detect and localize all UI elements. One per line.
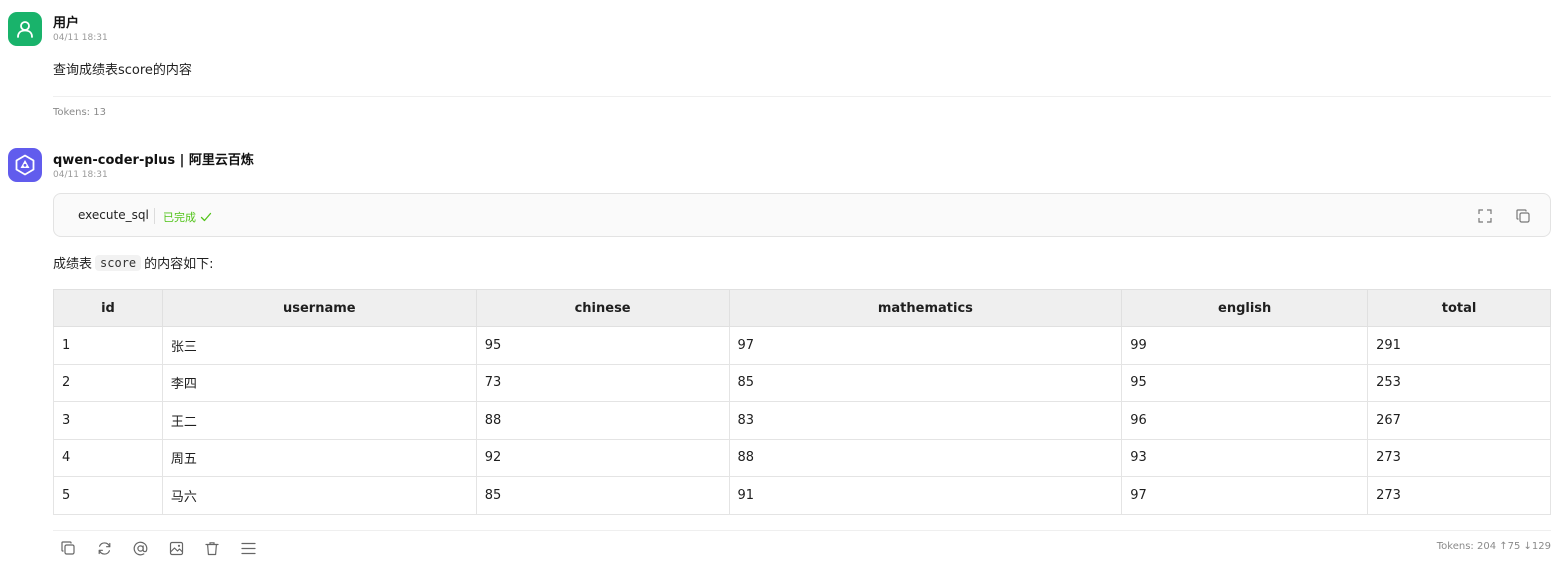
- tool-call-status: 已完成: [163, 209, 212, 225]
- delete-icon: [205, 541, 219, 555]
- table-cell: 97: [1121, 476, 1369, 515]
- table-cell: 91: [728, 476, 1123, 515]
- copy-tool-button[interactable]: [1514, 207, 1532, 225]
- table-cell: 张三: [161, 326, 477, 365]
- more-menu-button[interactable]: [239, 539, 257, 557]
- table-cell: 92: [475, 438, 730, 477]
- table-cell: 95: [1121, 363, 1369, 402]
- table-cell: 99: [1121, 326, 1369, 365]
- table-row: 2 李四 73 85 95 253: [53, 363, 1551, 402]
- table-row: 3 王二 88 83 96 267: [53, 401, 1551, 440]
- regenerate-button[interactable]: [95, 539, 113, 557]
- table-cell: 4: [53, 438, 163, 477]
- image-icon: [169, 541, 183, 555]
- user-name: 用户: [53, 16, 80, 31]
- assistant-timestamp: 04/11 18:31: [53, 170, 108, 180]
- menu-icon: [240, 542, 256, 554]
- fullscreen-button[interactable]: [1476, 207, 1494, 225]
- score-table: id username chinese mathematics english …: [53, 289, 1551, 515]
- regenerate-icon: [98, 541, 110, 555]
- header-total: total: [1367, 289, 1551, 327]
- header-id: id: [53, 289, 163, 327]
- table-cell: 253: [1367, 363, 1551, 402]
- tool-call-block[interactable]: execute_sql 已完成: [53, 193, 1551, 237]
- header-chinese: chinese: [475, 289, 730, 327]
- header-english: english: [1121, 289, 1369, 327]
- table-cell: 马六: [161, 476, 477, 515]
- table-row: 5 马六 85 91 97 273: [53, 476, 1551, 515]
- tool-call-separator: [154, 208, 155, 224]
- table-cell: 95: [475, 326, 730, 365]
- user-message-text: 查询成绩表score的内容: [53, 63, 192, 78]
- user-timestamp: 04/11 18:31: [53, 33, 108, 43]
- header-mathematics: mathematics: [728, 289, 1123, 327]
- table-cell: 273: [1367, 476, 1551, 515]
- user-avatar: [8, 12, 42, 46]
- table-row: 1 张三 95 97 99 291: [53, 326, 1551, 365]
- assistant-avatar: [8, 148, 42, 182]
- intro-code: score: [95, 254, 142, 271]
- table-row: 4 周五 92 88 93 273: [53, 438, 1551, 477]
- user-message-divider: [53, 96, 1551, 97]
- table-cell: 88: [475, 401, 730, 440]
- assistant-name: qwen-coder-plus | 阿里云百炼: [53, 153, 254, 168]
- assistant-message-divider: [53, 530, 1551, 531]
- qwen-logo-icon: [15, 154, 35, 176]
- copy-icon: [1516, 209, 1530, 223]
- header-username: username: [161, 289, 477, 327]
- fullscreen-icon: [1478, 209, 1492, 223]
- table-cell: 5: [53, 476, 163, 515]
- assistant-intro-text: 成绩表 score 的内容如下:: [53, 253, 214, 272]
- tool-call-name: execute_sql: [78, 208, 149, 222]
- table-cell: 291: [1367, 326, 1551, 365]
- table-cell: 1: [53, 326, 163, 365]
- delete-button[interactable]: [203, 539, 221, 557]
- table-cell: 97: [728, 326, 1123, 365]
- table-header-row: id username chinese mathematics english …: [53, 289, 1551, 327]
- table-cell: 273: [1367, 438, 1551, 477]
- table-cell: 85: [728, 363, 1123, 402]
- table-cell: 93: [1121, 438, 1369, 477]
- image-export-button[interactable]: [167, 539, 185, 557]
- table-cell: 李四: [161, 363, 477, 402]
- intro-after: 的内容如下:: [144, 257, 214, 272]
- table-cell: 85: [475, 476, 730, 515]
- table-cell: 王二: [161, 401, 477, 440]
- table-cell: 周五: [161, 438, 477, 477]
- mention-icon: [133, 541, 147, 555]
- table-cell: 83: [728, 401, 1123, 440]
- table-cell: 267: [1367, 401, 1551, 440]
- table-cell: 3: [53, 401, 163, 440]
- user-token-count: Tokens: 13: [53, 107, 106, 118]
- copy-message-button[interactable]: [59, 539, 77, 557]
- table-cell: 88: [728, 438, 1123, 477]
- mention-button[interactable]: [131, 539, 149, 557]
- assistant-token-count: Tokens: 204 ↑75 ↓129: [1436, 541, 1551, 552]
- user-icon: [17, 21, 33, 38]
- check-icon: [200, 212, 212, 222]
- table-cell: 73: [475, 363, 730, 402]
- intro-before: 成绩表: [53, 257, 93, 272]
- copy-icon: [61, 541, 75, 555]
- table-cell: 96: [1121, 401, 1369, 440]
- table-cell: 2: [53, 363, 163, 402]
- tool-call-status-label: 已完成: [163, 211, 196, 224]
